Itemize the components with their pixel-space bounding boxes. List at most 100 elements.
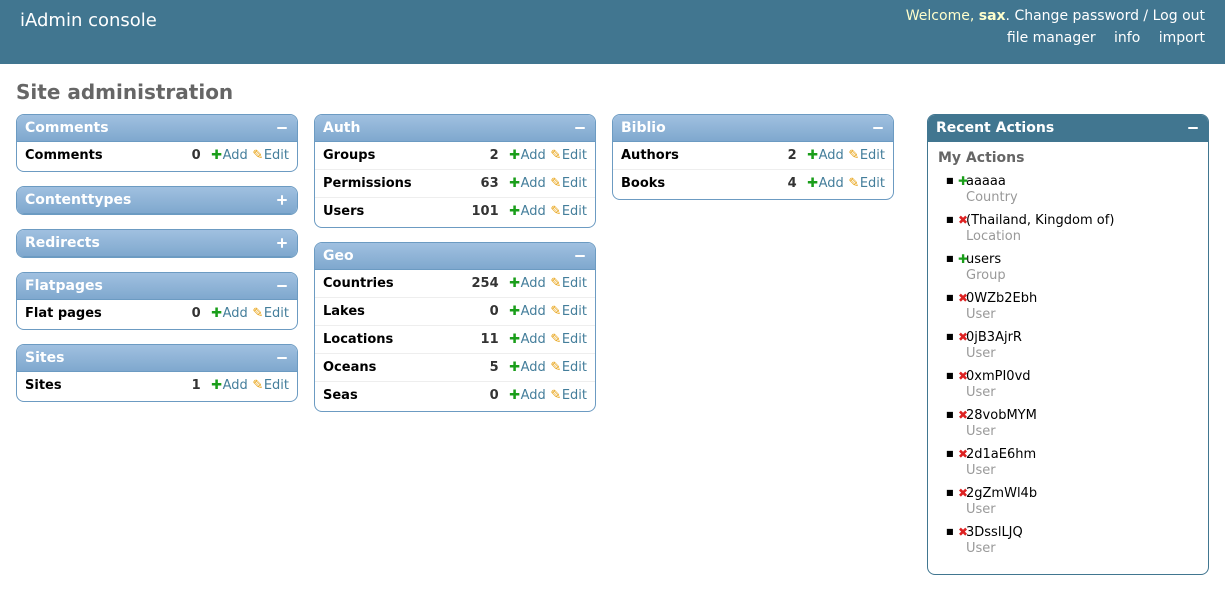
collapse-icon[interactable] [275, 121, 289, 135]
add-link[interactable]: ✚Add [211, 306, 248, 321]
model-link[interactable]: Groups [323, 148, 375, 163]
edit-link[interactable]: ✎Edit [550, 148, 587, 163]
expand-icon[interactable] [275, 193, 289, 207]
edit-link[interactable]: ✎Edit [550, 388, 587, 403]
model-link[interactable]: Lakes [323, 304, 365, 319]
collapse-icon[interactable] [573, 249, 587, 263]
page-title: Site administration [16, 80, 1209, 104]
pencil-icon: ✎ [550, 276, 562, 291]
model-row: Lakes0✚Add✎Edit [315, 298, 595, 326]
recent-item: ✖(Thailand, Kingdom of)Location [938, 211, 1198, 250]
recent-item: ✖2gZmWl4bUser [938, 484, 1198, 523]
edit-link[interactable]: ✎Edit [848, 148, 885, 163]
add-link[interactable]: ✚Add [509, 276, 546, 291]
model-row: Users101✚Add✎Edit [315, 198, 595, 225]
add-link[interactable]: ✚Add [211, 148, 248, 163]
add-link[interactable]: ✚Add [509, 148, 546, 163]
recent-object-link[interactable]: 28vobMYM [966, 408, 1037, 423]
recent-item: ✖28vobMYMUser [938, 406, 1198, 445]
change-password-link[interactable]: Change password [1014, 8, 1139, 24]
recent-object-type: User [966, 307, 1198, 322]
model-link[interactable]: Users [323, 204, 364, 219]
module-header[interactable]: Biblio [613, 115, 893, 142]
recent-item: ✚usersGroup [938, 250, 1198, 289]
nav-file-manager[interactable]: file manager [1007, 30, 1096, 46]
module-header[interactable]: Comments [17, 115, 297, 142]
edit-link[interactable]: ✎Edit [252, 306, 289, 321]
nav-import[interactable]: import [1159, 30, 1205, 46]
logout-link[interactable]: Log out [1153, 8, 1205, 24]
module-header[interactable]: Sites [17, 345, 297, 372]
model-link[interactable]: Sites [25, 378, 62, 393]
recent-object-link[interactable]: (Thailand, Kingdom of) [966, 213, 1114, 228]
module-header[interactable]: Redirects [17, 230, 297, 257]
recent-object-link[interactable]: 2gZmWl4b [966, 486, 1037, 501]
module-biblio: BiblioAuthors2✚Add✎EditBooks4✚Add✎Edit [612, 114, 894, 200]
edit-link[interactable]: ✎Edit [252, 378, 289, 393]
edit-link[interactable]: ✎Edit [550, 176, 587, 191]
add-link[interactable]: ✚Add [807, 148, 844, 163]
model-link[interactable]: Comments [25, 148, 103, 163]
pencil-icon: ✎ [550, 176, 562, 191]
plus-icon: ✚ [211, 378, 223, 393]
edit-link[interactable]: ✎Edit [550, 332, 587, 347]
recent-object-link[interactable]: aaaaa [966, 174, 1006, 189]
model-link[interactable]: Countries [323, 276, 394, 291]
collapse-icon[interactable] [275, 279, 289, 293]
add-link[interactable]: ✚Add [509, 204, 546, 219]
recent-item: ✖0WZb2EbhUser [938, 289, 1198, 328]
delete-icon: ✖ [958, 331, 968, 343]
recent-object-link[interactable]: 3DsslLJQ [966, 525, 1023, 540]
recent-object-type: Location [966, 229, 1198, 244]
module-header[interactable]: Geo [315, 243, 595, 270]
expand-icon[interactable] [275, 236, 289, 250]
module-sites: SitesSites1✚Add✎Edit [16, 344, 298, 402]
recent-object-link[interactable]: 0WZb2Ebh [966, 291, 1037, 306]
plus-icon: ✚ [509, 148, 521, 163]
module-header[interactable]: Contenttypes [17, 187, 297, 214]
add-link[interactable]: ✚Add [807, 176, 844, 191]
model-row: Locations11✚Add✎Edit [315, 326, 595, 354]
model-row: Oceans5✚Add✎Edit [315, 354, 595, 382]
nav-info[interactable]: info [1114, 30, 1140, 46]
add-link[interactable]: ✚Add [509, 388, 546, 403]
model-link[interactable]: Seas [323, 388, 358, 403]
collapse-icon[interactable] [573, 121, 587, 135]
edit-link[interactable]: ✎Edit [252, 148, 289, 163]
edit-link[interactable]: ✎Edit [550, 276, 587, 291]
model-link[interactable]: Oceans [323, 360, 376, 375]
collapse-icon[interactable] [871, 121, 885, 135]
pencil-icon: ✎ [252, 378, 264, 393]
edit-link[interactable]: ✎Edit [550, 204, 587, 219]
model-link[interactable]: Permissions [323, 176, 412, 191]
model-link[interactable]: Flat pages [25, 306, 102, 321]
model-count: 0 [169, 148, 207, 163]
recent-object-link[interactable]: users [966, 252, 1001, 267]
pencil-icon: ✎ [550, 204, 562, 219]
module-header[interactable]: Recent Actions [928, 115, 1208, 142]
delete-icon: ✖ [958, 448, 968, 460]
user-tools: Welcome, sax. Change password / Log out … [906, 8, 1205, 46]
recent-object-link[interactable]: 0xmPI0vd [966, 369, 1031, 384]
recent-object-link[interactable]: 0jB3AjrR [966, 330, 1022, 345]
add-link[interactable]: ✚Add [509, 360, 546, 375]
edit-link[interactable]: ✎Edit [550, 304, 587, 319]
module-title: Biblio [621, 120, 666, 136]
model-link[interactable]: Authors [621, 148, 679, 163]
module-header[interactable]: Auth [315, 115, 595, 142]
module-header[interactable]: Flatpages [17, 273, 297, 300]
model-link[interactable]: Locations [323, 332, 393, 347]
recent-object-link[interactable]: 2d1aE6hm [966, 447, 1036, 462]
add-link[interactable]: ✚Add [509, 304, 546, 319]
site-name[interactable]: iAdmin console [20, 10, 157, 31]
add-link[interactable]: ✚Add [211, 378, 248, 393]
collapse-icon[interactable] [1186, 121, 1200, 135]
model-link[interactable]: Books [621, 176, 665, 191]
add-link[interactable]: ✚Add [509, 332, 546, 347]
collapse-icon[interactable] [275, 351, 289, 365]
add-link[interactable]: ✚Add [509, 176, 546, 191]
plus-icon: ✚ [211, 306, 223, 321]
module-flatpages: FlatpagesFlat pages0✚Add✎Edit [16, 272, 298, 330]
edit-link[interactable]: ✎Edit [550, 360, 587, 375]
edit-link[interactable]: ✎Edit [848, 176, 885, 191]
